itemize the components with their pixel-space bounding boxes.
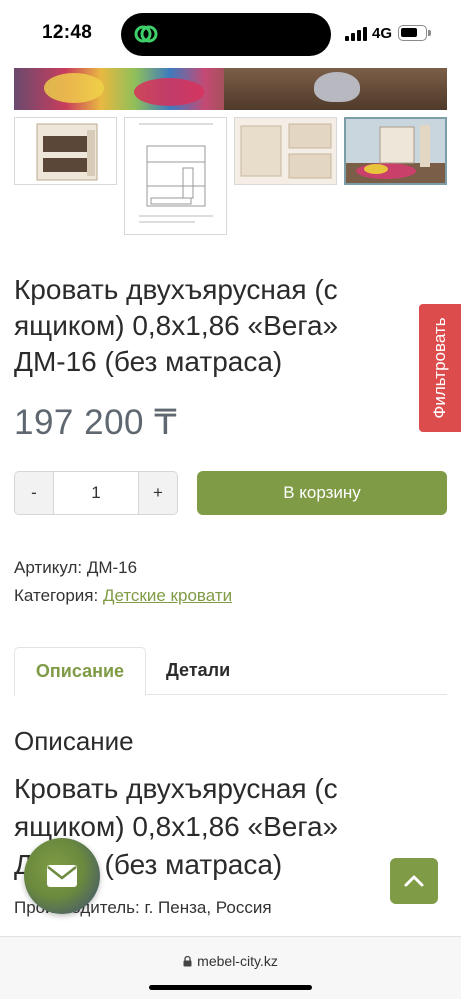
sku-label: Артикул: [14,558,83,577]
quantity-decrease-button[interactable]: - [15,472,53,514]
category-link[interactable]: Детские кровати [103,586,232,605]
battery-icon [398,25,431,41]
product-price: 197 200 ₸ [14,403,178,442]
category-label: Категория: [14,586,99,605]
address-bar[interactable]: mebel-city.kz [0,953,461,969]
thumbnail-2-scheme[interactable] [124,117,227,235]
tab-description[interactable]: Описание [14,647,146,696]
signal-icon [345,27,367,41]
filter-label: Фильтровать [430,317,449,419]
sku-value: ДМ-16 [86,558,138,577]
lock-icon [183,956,192,967]
product-main-image[interactable] [14,68,447,110]
contact-mail-button[interactable] [24,838,100,914]
filter-button[interactable]: Фильтровать [419,304,461,432]
tab-details[interactable]: Детали [166,660,230,681]
add-to-cart-button[interactable]: В корзину [197,471,447,515]
quantity-increase-button[interactable]: + [139,472,177,514]
product-sku: Артикул: ДМ-16 [14,558,137,578]
url-text: mebel-city.kz [197,953,278,969]
thumbnail-3[interactable] [234,117,337,185]
app-link-icon [134,25,158,43]
status-time: 12:48 [42,22,93,43]
scroll-top-button[interactable] [390,858,438,904]
envelope-icon [47,865,77,887]
product-title: Кровать двухъярусная (с ящиком) 0,8х1,86… [14,274,339,377]
network-type: 4G [372,25,393,42]
product-category: Категория: Детские кровати [14,586,232,606]
home-indicator[interactable] [149,985,312,990]
status-bar: 12:48 4G [0,0,461,68]
thumbnail-4-selected[interactable] [344,117,447,185]
quantity-stepper: - 1 + [14,471,178,515]
dynamic-island [121,13,331,56]
chevron-up-icon [404,875,424,887]
thumbnail-1[interactable] [14,117,117,185]
quantity-input[interactable]: 1 [53,472,139,514]
description-heading: Описание [14,726,134,756]
browser-bottom-bar: mebel-city.kz [0,936,461,999]
